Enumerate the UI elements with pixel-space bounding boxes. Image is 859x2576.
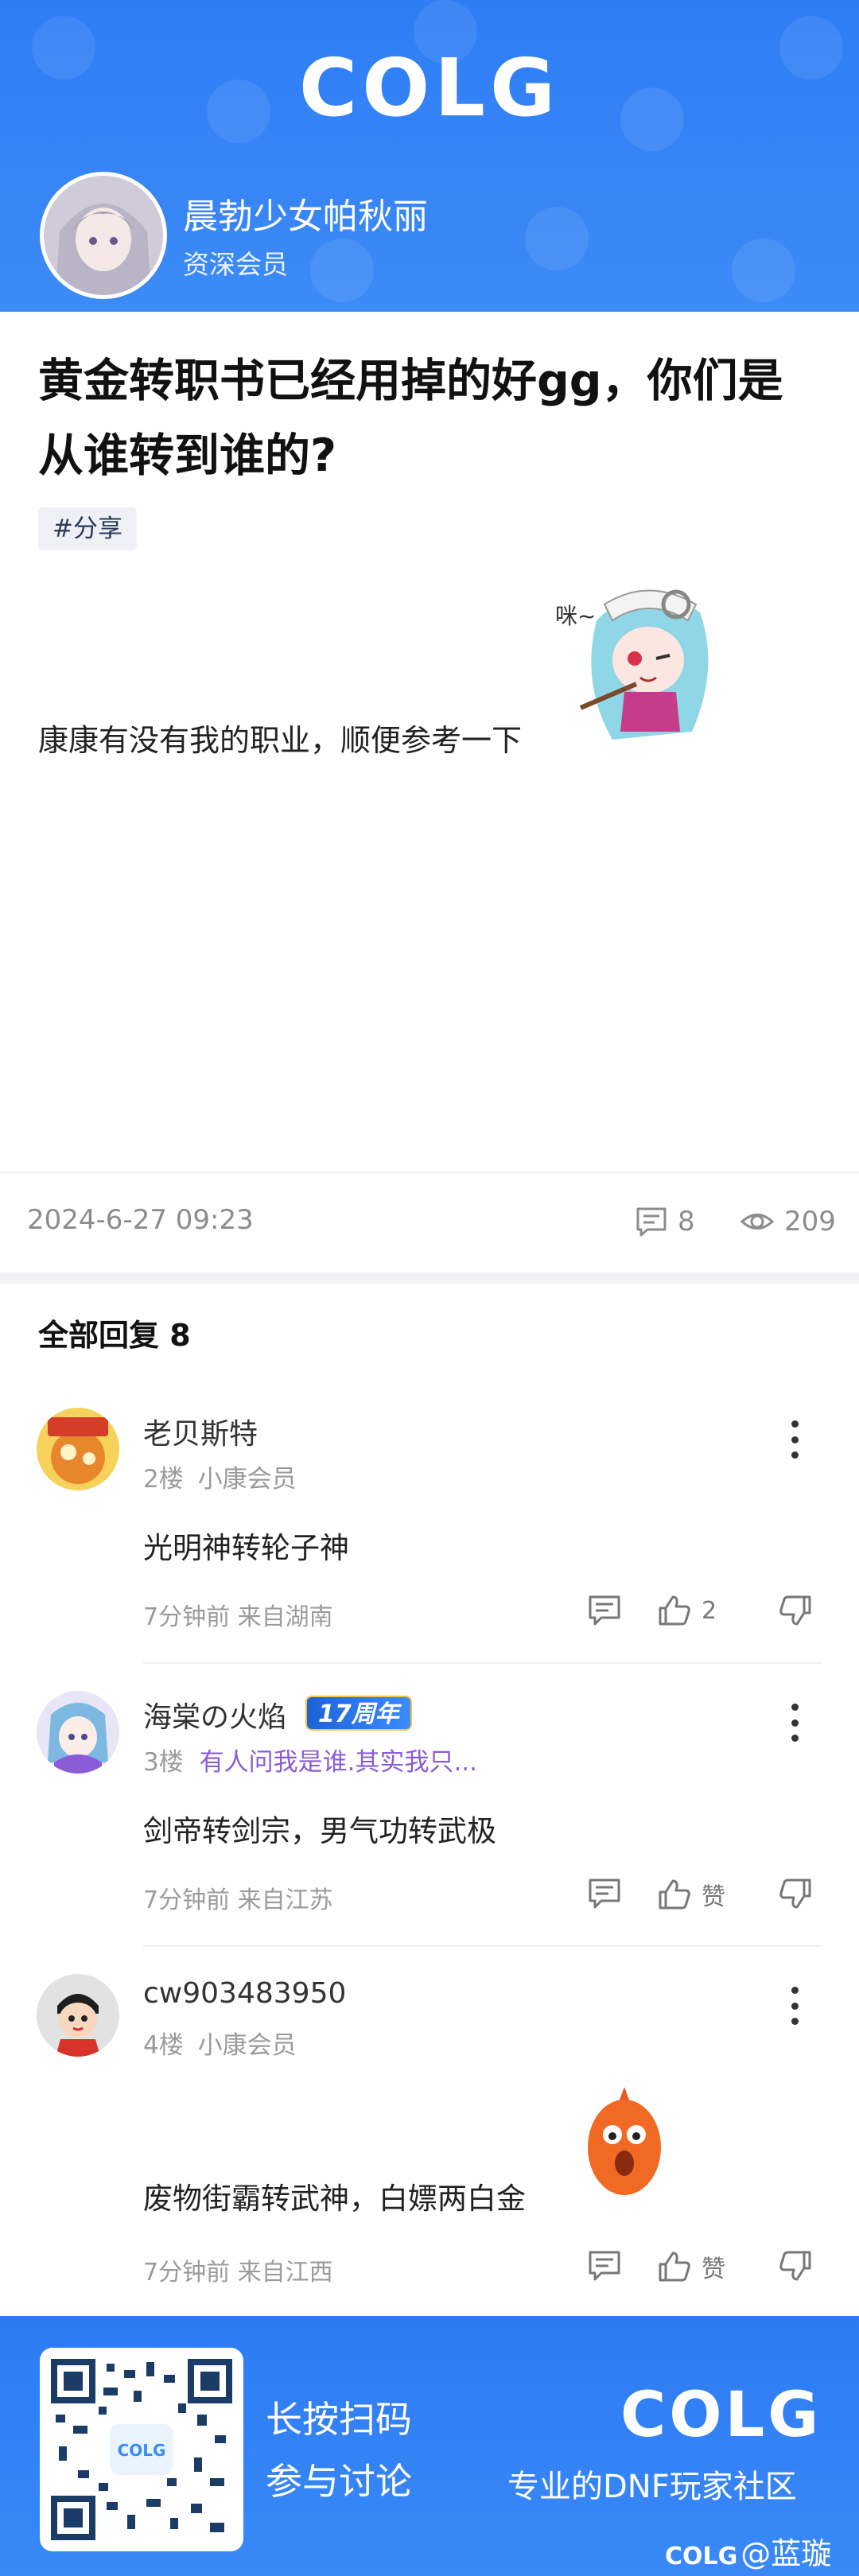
sticker-image: 咪~	[549, 573, 740, 756]
reply-icon	[589, 1879, 620, 1909]
post-title-line-2: 从谁转到谁的?	[38, 429, 337, 482]
reply-button[interactable]	[587, 1594, 622, 1627]
commenter-name[interactable]: 老贝斯特	[143, 1411, 258, 1452]
footer-slogan: 专业的DNF玩家社区	[507, 2469, 797, 2505]
post-date: 2024-6-27 09:23	[27, 1204, 254, 1236]
comment-count-value: 8	[678, 1206, 695, 1237]
like-button[interactable]: 2	[657, 1594, 717, 1627]
section-divider	[0, 1272, 859, 1284]
thumbs-up-icon	[659, 2252, 690, 2282]
more-options-icon[interactable]	[783, 1982, 807, 2030]
qr-logo: COLG	[118, 2441, 166, 2460]
like-count: 2	[702, 1596, 717, 1625]
reply-button[interactable]	[587, 1877, 622, 1910]
comment-time-location: 7分钟前 来自湖南	[143, 1603, 333, 1631]
qr-code[interactable]: COLG	[40, 2348, 243, 2551]
thumbs-down-icon	[779, 1879, 811, 1909]
comment-separator	[143, 1945, 822, 1947]
sticker-image	[581, 2084, 668, 2203]
like-label: 赞	[702, 1883, 725, 1911]
comment-icon	[636, 1207, 667, 1237]
dislike-button[interactable]	[778, 1594, 813, 1627]
commenter-avatar[interactable]	[37, 1974, 119, 2057]
comment-count[interactable]: 8	[635, 1203, 695, 1241]
comment-text: 废物街霸转武神，白嫖两白金	[143, 2182, 526, 2216]
tag-share[interactable]: #分享	[38, 507, 137, 550]
thumbs-up-icon	[659, 1879, 690, 1910]
post-body: 康康有没有我的职业，顺便参考一下	[38, 723, 523, 758]
eye-icon	[740, 1214, 775, 1230]
view-count-value: 209	[784, 1206, 836, 1237]
more-options-icon[interactable]	[783, 1416, 807, 1463]
comment-text: 剑帝转剑宗，男气功转武极	[143, 1814, 496, 1848]
comment-floor: 4楼 小康会员	[143, 2025, 297, 2061]
like-button[interactable]: 赞	[657, 2249, 725, 2284]
comment-time-location: 7分钟前 来自江苏	[143, 1886, 333, 1914]
post-header: COLG 晨勃少女帕秋丽 资深会员	[0, 0, 859, 312]
share-footer: COLG 长按扫码 参与讨论 COLG 专业的DNF玩家社区 COLG @蓝璇	[0, 2316, 859, 2576]
floor-number: 3楼	[143, 1748, 184, 1777]
commenter-avatar[interactable]	[37, 1408, 119, 1490]
comment-floor: 3楼 有人问我是谁.其实我只...	[143, 1742, 477, 1778]
post-title-line-1: 黄金转职书已经用掉的好gg，你们是	[38, 355, 783, 407]
comment-separator	[143, 1662, 822, 1664]
thumbs-down-icon	[779, 1595, 811, 1626]
more-options-icon[interactable]	[783, 1699, 807, 1746]
commenter-name[interactable]: 海棠の火焰	[143, 1694, 286, 1735]
dislike-button[interactable]	[778, 2249, 813, 2283]
scan-hint-line-1: 长按扫码	[266, 2398, 412, 2441]
floor-number: 4楼	[143, 2031, 184, 2060]
user-signature: 有人问我是谁.其实我只...	[199, 1748, 478, 1777]
footer-colg-logo: COLG	[620, 2380, 822, 2451]
member-level: 小康会员	[197, 2031, 297, 2060]
commenter-avatar[interactable]	[37, 1691, 119, 1774]
author-name[interactable]: 晨勃少女帕秋丽	[183, 188, 428, 239]
comment-floor: 2楼 小康会员	[143, 1459, 297, 1494]
reply-icon	[589, 2251, 620, 2281]
like-button[interactable]: 赞	[657, 1877, 725, 1912]
thumbs-up-icon	[659, 1595, 690, 1626]
floor-number: 2楼	[143, 1465, 184, 1494]
author-avatar[interactable]	[40, 172, 167, 299]
like-label: 赞	[702, 2255, 725, 2283]
reply-button[interactable]	[587, 2249, 622, 2283]
reply-icon	[589, 1595, 620, 1626]
watermark: COLG @蓝璇	[665, 2529, 831, 2573]
thumbs-down-icon	[779, 2251, 811, 2281]
post-title: 黄金转职书已经用掉的好gg，你们是 从谁转到谁的?	[38, 344, 826, 493]
view-count: 209	[740, 1203, 836, 1241]
watermark-user: @蓝璇	[740, 2536, 832, 2571]
scan-hint-line-2: 参与讨论	[266, 2460, 412, 2503]
divider	[0, 1171, 859, 1173]
dislike-button[interactable]	[778, 1877, 813, 1910]
replies-heading: 全部回复 8	[38, 1318, 191, 1353]
author-role: 资深会员	[183, 249, 288, 280]
watermark-logo: COLG	[665, 2543, 738, 2570]
anniversary-badge: 17周年	[305, 1696, 412, 1731]
member-level: 小康会员	[197, 1465, 297, 1494]
commenter-name[interactable]: cw903483950	[143, 1977, 346, 2010]
svg-text:咪~: 咪~	[555, 603, 596, 629]
comment-time-location: 7分钟前 来自江西	[143, 2259, 333, 2287]
colg-logo: COLG	[298, 41, 561, 134]
comment-text: 光明神转轮子神	[143, 1531, 349, 1565]
